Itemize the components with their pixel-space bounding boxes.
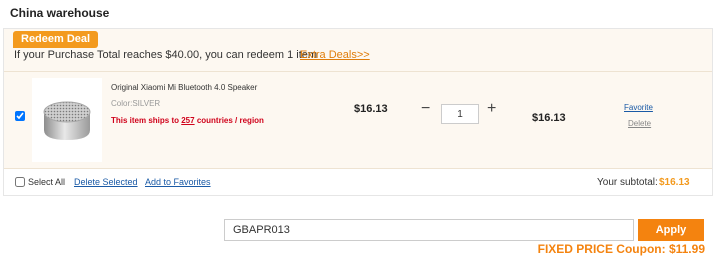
delete-link[interactable]: Delete (628, 119, 651, 128)
shipping-note: This item ships to 257 countries / regio… (111, 116, 264, 125)
product-image[interactable] (32, 78, 102, 162)
shipping-note-prefix: This item ships to (111, 116, 182, 125)
promo-bar: If your Purchase Total reaches $40.00, y… (4, 29, 712, 71)
shipping-note-suffix: countries / region (194, 116, 264, 125)
extra-deals-link[interactable]: Extra Deals>> (300, 49, 370, 61)
apply-coupon-button[interactable]: Apply (638, 219, 704, 241)
quantity-increase-button[interactable]: + (487, 101, 496, 117)
delete-selected-link[interactable]: Delete Selected (74, 177, 138, 187)
product-name[interactable]: Original Xiaomi Mi Bluetooth 4.0 Speaker (111, 83, 257, 92)
speaker-icon (38, 98, 96, 142)
select-all-checkbox[interactable] (15, 177, 25, 187)
warehouse-title: China warehouse (10, 6, 110, 20)
subtotal-label: Your subtotal: (597, 177, 658, 188)
coupon-status: FIXED PRICE Coupon: $11.99 (537, 242, 705, 256)
subtotal-value: $16.13 (659, 177, 690, 188)
quantity-input[interactable] (441, 104, 479, 124)
line-total: $16.13 (532, 112, 566, 124)
shipping-country-count[interactable]: 257 (181, 116, 194, 125)
cart-item-row: Original Xiaomi Mi Bluetooth 4.0 Speaker… (4, 71, 712, 169)
quantity-decrease-button[interactable]: − (421, 101, 430, 117)
product-color: Color:SILVER (111, 99, 161, 108)
unit-price: $16.13 (354, 103, 388, 115)
cart-panel: If your Purchase Total reaches $40.00, y… (3, 28, 713, 196)
cart-footer: Select All Delete Selected Add to Favori… (4, 172, 712, 192)
add-to-favorites-link[interactable]: Add to Favorites (145, 177, 211, 187)
item-checkbox[interactable] (15, 111, 25, 121)
favorite-link[interactable]: Favorite (624, 103, 653, 112)
select-all-label[interactable]: Select All (28, 177, 65, 187)
promo-text: If your Purchase Total reaches $40.00, y… (14, 49, 318, 61)
redeem-deal-badge: Redeem Deal (13, 31, 99, 48)
coupon-code-input[interactable] (224, 219, 634, 241)
